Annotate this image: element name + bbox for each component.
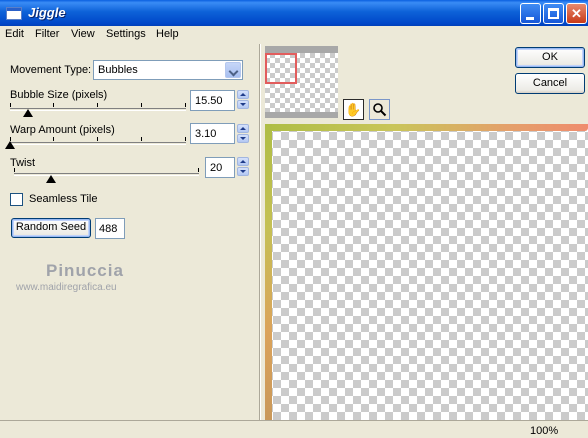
menu-view[interactable]: View — [71, 28, 95, 40]
bubble-size-value: 15.50 — [195, 95, 223, 107]
twist-slider-thumb[interactable] — [46, 175, 56, 183]
movement-type-label: Movement Type: — [10, 64, 92, 76]
menu-filter[interactable]: Filter — [35, 28, 59, 40]
menu-edit[interactable]: Edit — [5, 28, 24, 40]
slider-tick — [10, 103, 11, 107]
spin-up-icon[interactable] — [237, 90, 249, 99]
close-icon: ✕ — [571, 6, 582, 21]
warp-amount-value: 3.10 — [195, 128, 217, 140]
zoom-level: 100% — [530, 425, 559, 437]
zoom-tool-button[interactable] — [369, 99, 390, 120]
slider-tick — [185, 103, 186, 107]
slider-tick — [53, 137, 54, 141]
warp-amount-spinner[interactable] — [237, 124, 249, 144]
minimize-button[interactable] — [520, 3, 541, 24]
minimize-icon — [526, 17, 534, 20]
slider-tick — [198, 168, 199, 172]
chevron-down-icon[interactable] — [225, 62, 241, 78]
twist-value: 20 — [210, 162, 223, 174]
slider-tick — [53, 103, 54, 107]
title-bar[interactable]: Jiggle ✕ — [0, 0, 588, 26]
seamless-tile-checkbox[interactable] — [10, 193, 23, 206]
magnifier-icon — [373, 103, 387, 117]
bubble-size-slider-track[interactable] — [10, 108, 186, 111]
maximize-icon — [548, 8, 559, 19]
menu-help[interactable]: Help — [156, 28, 179, 40]
navigator-view-frame[interactable] — [265, 53, 297, 84]
seamless-tile-label: Seamless Tile — [29, 193, 98, 205]
menu-bar: Edit Filter View Settings Help — [0, 26, 588, 44]
hand-icon: ✋ — [345, 102, 362, 117]
slider-tick — [97, 137, 98, 141]
status-bar: 100% — [0, 420, 588, 438]
twist-spinner[interactable] — [237, 157, 249, 177]
ok-button[interactable]: OK — [515, 47, 585, 68]
slider-tick — [141, 103, 142, 107]
slider-tick — [185, 137, 186, 141]
preview-edge-top — [265, 124, 588, 131]
spin-down-icon[interactable] — [237, 167, 249, 176]
pan-tool-button[interactable]: ✋ — [343, 99, 364, 120]
bubble-size-slider-thumb[interactable] — [22, 109, 33, 117]
twist-slider-track[interactable] — [14, 173, 199, 176]
window-title: Jiggle — [28, 5, 66, 20]
spin-down-icon[interactable] — [237, 100, 249, 109]
panel-divider — [259, 44, 261, 420]
slider-tick — [141, 137, 142, 141]
spin-up-icon[interactable] — [237, 157, 249, 166]
cancel-button[interactable]: Cancel — [515, 73, 585, 94]
menu-settings[interactable]: Settings — [106, 28, 146, 40]
warp-amount-label: Warp Amount (pixels) — [10, 124, 115, 136]
twist-input[interactable]: 20 — [205, 157, 235, 178]
navigator-thumbnail[interactable] — [265, 46, 338, 118]
movement-type-value: Bubbles — [98, 64, 138, 76]
watermark-url: www.maidiregrafica.eu — [16, 282, 117, 293]
movement-type-select[interactable]: Bubbles — [93, 60, 243, 80]
close-button[interactable]: ✕ — [566, 3, 587, 24]
random-seed-value: 488 — [99, 223, 118, 235]
watermark-name: Pinuccia — [46, 261, 124, 280]
spin-down-icon[interactable] — [237, 134, 249, 143]
warp-amount-slider-track[interactable] — [10, 142, 186, 145]
preview-canvas[interactable] — [265, 124, 588, 420]
slider-tick — [97, 103, 98, 107]
warp-amount-input[interactable]: 3.10 — [190, 123, 235, 144]
random-seed-input[interactable]: 488 — [95, 218, 125, 239]
bubble-size-spinner[interactable] — [237, 90, 249, 110]
slider-tick — [14, 168, 15, 172]
spin-up-icon[interactable] — [237, 124, 249, 133]
random-seed-button[interactable]: Random Seed — [11, 218, 91, 238]
warp-amount-slider-thumb[interactable] — [5, 141, 15, 149]
preview-edge-left — [265, 124, 272, 420]
bubble-size-label: Bubble Size (pixels) — [10, 89, 108, 101]
window-app-icon — [6, 7, 22, 20]
maximize-button[interactable] — [543, 3, 564, 24]
bubble-size-input[interactable]: 15.50 — [190, 90, 235, 111]
